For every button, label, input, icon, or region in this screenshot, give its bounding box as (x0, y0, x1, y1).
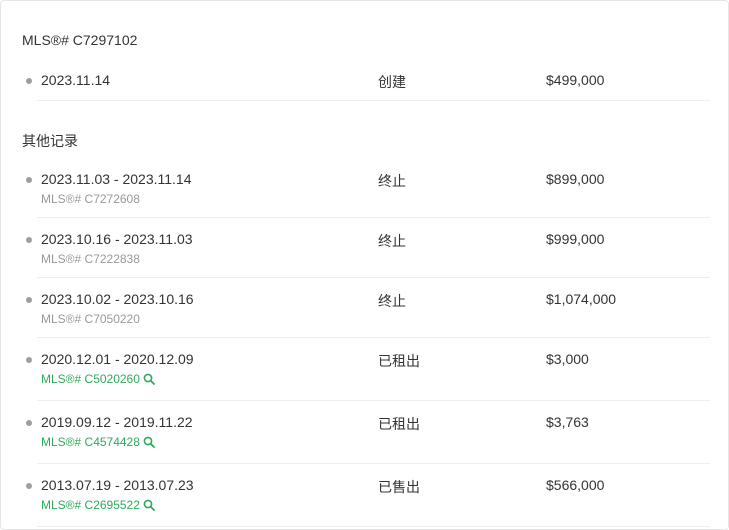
record-status: 终止 (378, 173, 406, 189)
record-mls-link[interactable]: MLS®# C5020260 (41, 372, 155, 386)
history-row: 2019.09.12 - 2019.11.22 MLS®# C4574428 已… (22, 412, 710, 464)
record-mls-number: MLS®# C7222838 (41, 252, 140, 266)
bullet-icon (26, 357, 32, 363)
record-status: 终止 (378, 233, 406, 249)
bullet-icon (26, 297, 32, 303)
history-row: 2020.12.01 - 2020.12.09 MLS®# C5020260 已… (22, 349, 710, 401)
bullet-icon (26, 237, 32, 243)
row-divider (37, 526, 710, 527)
record-mls-link[interactable]: MLS®# C4574428 (41, 435, 155, 449)
record-price: $3,763 (546, 414, 589, 430)
record-date: 2013.07.19 - 2013.07.23 (41, 477, 194, 493)
row-divider (37, 400, 710, 401)
other-records-title: 其他记录 (22, 133, 78, 149)
row-divider (37, 217, 710, 218)
record-date: 2023.10.02 - 2023.10.16 (41, 291, 194, 307)
row-divider (37, 100, 710, 101)
search-icon[interactable] (143, 436, 155, 448)
record-price: $3,000 (546, 351, 589, 367)
history-row: 2013.07.19 - 2013.07.23 MLS®# C2695522 已… (22, 475, 710, 527)
record-mls-link[interactable]: MLS®# C2695522 (41, 498, 155, 512)
row-divider (37, 463, 710, 464)
record-status: 已租出 (378, 416, 420, 432)
row-divider (37, 277, 710, 278)
record-price: $566,000 (546, 477, 605, 493)
current-listing-row: 2023.11.14 创建 $499,000 (22, 70, 710, 101)
bullet-icon (26, 483, 32, 489)
record-price: $499,000 (546, 72, 605, 88)
record-price: $1,074,000 (546, 291, 617, 307)
record-status: 已售出 (378, 479, 420, 495)
record-date: 2019.09.12 - 2019.11.22 (41, 414, 193, 430)
record-date: 2020.12.01 - 2020.12.09 (41, 351, 194, 367)
search-icon[interactable] (143, 373, 155, 385)
record-mls-number: MLS®# C7050220 (41, 312, 140, 326)
record-date: 2023.10.16 - 2023.11.03 (41, 231, 193, 247)
record-date: 2023.11.03 - 2023.11.14 (41, 171, 192, 187)
listing-history-card: MLS®# C7297102 2023.11.14 创建 $499,000 其他… (0, 0, 729, 530)
current-listing-title: MLS®# C7297102 (22, 32, 138, 48)
record-date: 2023.11.14 (41, 72, 111, 88)
history-row: 2023.10.02 - 2023.10.16 MLS®# C7050220 终… (22, 289, 710, 338)
bullet-icon (26, 420, 32, 426)
row-divider (37, 337, 710, 338)
history-row: 2023.10.16 - 2023.11.03 MLS®# C7222838 终… (22, 229, 710, 278)
record-price: $999,000 (546, 231, 605, 247)
record-price: $899,000 (546, 171, 605, 187)
record-status: 创建 (378, 74, 406, 90)
bullet-icon (26, 78, 32, 84)
history-row: 2023.11.03 - 2023.11.14 MLS®# C7272608 终… (22, 169, 710, 218)
search-icon[interactable] (143, 499, 155, 511)
bullet-icon (26, 177, 32, 183)
record-mls-number: MLS®# C7272608 (41, 192, 140, 206)
record-status: 终止 (378, 293, 406, 309)
record-status: 已租出 (378, 353, 420, 369)
